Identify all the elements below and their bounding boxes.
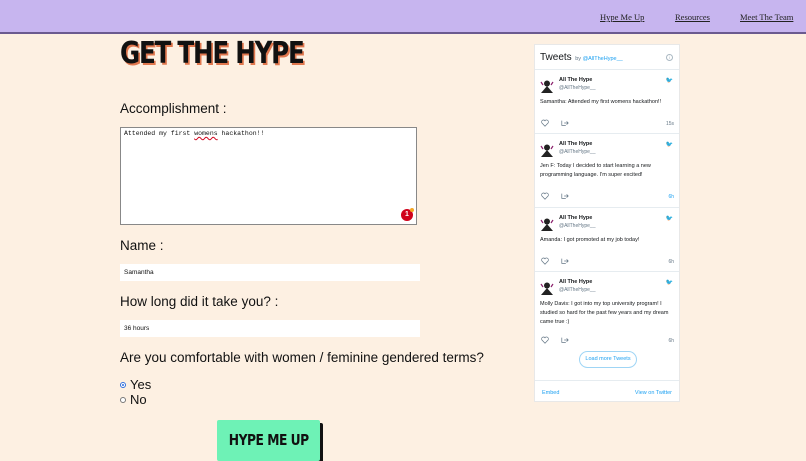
- accomplishment-text-start: Attended my first: [124, 130, 195, 137]
- misspelled-word[interactable]: womens: [194, 130, 217, 137]
- tweet-item[interactable]: All The Hype @AllTheHype__ 🐦 Jen F: Toda…: [535, 133, 679, 207]
- accomplishment-text-end: hackathon!!: [217, 130, 265, 137]
- timeline-handle-link[interactable]: @AllTheHype__: [583, 56, 623, 62]
- grammar-check-badge[interactable]: 1: [401, 208, 414, 221]
- accomplishment-label: Accomplishment :: [120, 101, 227, 116]
- tweet-handle[interactable]: @AllTheHype__: [559, 287, 595, 293]
- hype-button-label: HYPE ME UP: [228, 431, 309, 449]
- twitter-bird-icon: 🐦: [665, 78, 673, 84]
- nav-link-hype-me-up[interactable]: Hype Me Up: [600, 12, 644, 22]
- accomplishment-textarea[interactable]: Attended my first womens hackathon!!: [120, 127, 417, 225]
- page-title: GET THE HYPE: [120, 36, 305, 71]
- tweet-timestamp[interactable]: 6h: [668, 338, 674, 344]
- timeline-header: Tweets by @AllTheHype__: [540, 52, 623, 63]
- tweet-author[interactable]: All The Hype: [559, 215, 592, 221]
- tweet-author[interactable]: All The Hype: [559, 141, 592, 147]
- embed-link[interactable]: Embed: [542, 390, 559, 396]
- name-label: Name :: [120, 238, 164, 253]
- radio-option-yes[interactable]: Yes: [120, 377, 151, 392]
- tweet-text: Molly Davis: I got into my top universit…: [540, 301, 669, 325]
- load-more-tweets-button[interactable]: Load more Tweets: [579, 351, 637, 368]
- tweet-author[interactable]: All The Hype: [559, 77, 592, 83]
- radio-no[interactable]: [120, 396, 126, 403]
- duration-label: How long did it take you? :: [120, 294, 279, 309]
- twitter-bird-icon: 🐦: [665, 280, 673, 286]
- comfort-question-label: Are you comfortable with women / feminin…: [120, 350, 484, 365]
- tweet-author[interactable]: All The Hype: [559, 279, 592, 285]
- timeline-by: by @AllTheHype__: [575, 56, 622, 62]
- radio-yes-label: Yes: [130, 377, 152, 392]
- avatar[interactable]: [540, 217, 554, 231]
- timeline-title: Tweets: [540, 52, 572, 63]
- info-icon[interactable]: i: [666, 54, 673, 61]
- tweet-text: Jen F: Today I decided to start learning…: [540, 163, 651, 178]
- tweet-handle[interactable]: @AllTheHype__: [559, 223, 595, 229]
- tweet-timestamp[interactable]: 6h: [668, 259, 674, 265]
- heart-icon[interactable]: [541, 257, 549, 265]
- top-navbar: Hype Me Up Resources Meet The Team: [0, 0, 806, 34]
- avatar[interactable]: [540, 79, 554, 93]
- twitter-bird-icon: 🐦: [665, 142, 673, 148]
- radio-no-label: No: [130, 392, 147, 407]
- tweet-item[interactable]: All The Hype @AllTheHype__ 🐦 Samantha: A…: [535, 69, 679, 133]
- tweet-text: Amanda: I got promoted at my job today!: [540, 237, 640, 243]
- heart-icon[interactable]: [541, 336, 549, 344]
- tweet-timestamp[interactable]: 15s: [666, 121, 674, 127]
- nav-link-meet-the-team[interactable]: Meet The Team: [740, 12, 793, 22]
- twitter-bird-icon: 🐦: [665, 216, 673, 222]
- share-icon[interactable]: [561, 119, 569, 127]
- share-icon[interactable]: [561, 192, 569, 200]
- tweet-text: Samantha: Attended my first womens hacka…: [540, 99, 662, 105]
- hype-me-up-button[interactable]: HYPE ME UP: [217, 420, 320, 461]
- heart-icon[interactable]: [541, 192, 549, 200]
- nav-link-resources[interactable]: Resources: [675, 12, 710, 22]
- radio-option-no[interactable]: No: [120, 392, 147, 407]
- share-icon[interactable]: [561, 257, 569, 265]
- twitter-timeline-widget: Tweets by @AllTheHype__ i All The Hype @…: [534, 44, 680, 402]
- timeline-footer: Embed View on Twitter: [535, 380, 679, 402]
- avatar[interactable]: [540, 143, 554, 157]
- name-input[interactable]: Samantha: [120, 264, 420, 281]
- heart-icon[interactable]: [541, 119, 549, 127]
- tweet-item[interactable]: All The Hype @AllTheHype__ 🐦 Molly Davis…: [535, 271, 679, 351]
- tweet-timestamp[interactable]: 6h: [668, 194, 674, 200]
- timeline-by-text: by: [575, 56, 582, 62]
- tweet-handle[interactable]: @AllTheHype__: [559, 149, 595, 155]
- view-on-twitter-link[interactable]: View on Twitter: [635, 390, 672, 396]
- duration-input[interactable]: 36 hours: [120, 320, 420, 337]
- tweet-handle[interactable]: @AllTheHype__: [559, 85, 595, 91]
- share-icon[interactable]: [561, 336, 569, 344]
- radio-yes[interactable]: [120, 381, 126, 388]
- avatar[interactable]: [540, 281, 554, 295]
- tweet-item[interactable]: All The Hype @AllTheHype__ 🐦 Amanda: I g…: [535, 207, 679, 271]
